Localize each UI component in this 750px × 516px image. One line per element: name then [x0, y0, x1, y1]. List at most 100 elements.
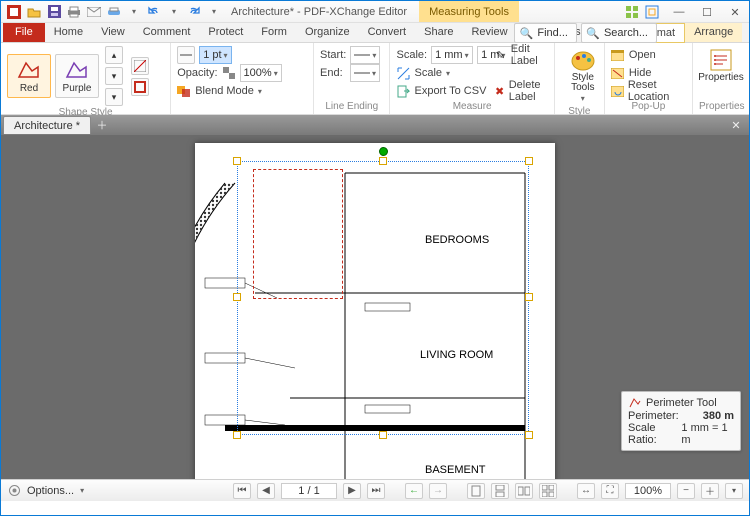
shape-icon-purple	[64, 59, 90, 81]
edit-label-icon: ✎	[494, 48, 506, 62]
reset-location-button[interactable]: Reset Location	[611, 82, 686, 100]
line-style-button[interactable]	[177, 46, 195, 64]
group-style-tools: Style Tools▾ Style Tools	[555, 43, 605, 114]
prev-page-button[interactable]: ◀	[257, 483, 275, 499]
start-label: Start:	[320, 49, 346, 61]
zoom-out-button[interactable]: −	[677, 483, 695, 499]
search-button[interactable]: 🔍Search...	[581, 23, 657, 43]
handle-sw[interactable]	[233, 431, 241, 439]
scan-icon[interactable]	[105, 3, 123, 21]
close-doc-button[interactable]: ✕	[727, 119, 745, 132]
maximize-button[interactable]: ☐	[693, 1, 721, 23]
save-icon[interactable]	[45, 3, 63, 21]
start-dropdown[interactable]: ▾	[350, 46, 380, 64]
qat-dropdown-icon[interactable]: ▾	[125, 3, 143, 21]
scale-from-dropdown[interactable]: 1 mm▾	[431, 46, 473, 64]
tab-convert[interactable]: Convert	[359, 22, 416, 42]
email-icon[interactable]	[85, 3, 103, 21]
close-button[interactable]: ✕	[721, 1, 749, 23]
tab-comment[interactable]: Comment	[134, 22, 200, 42]
fit-width-button[interactable]: ↔	[577, 483, 595, 499]
tab-form[interactable]: Form	[252, 22, 296, 42]
end-dropdown[interactable]: ▾	[350, 64, 380, 82]
first-page-button[interactable]: ⏮	[233, 483, 251, 499]
tab-review[interactable]: Review	[462, 22, 516, 42]
export-icon	[396, 84, 410, 98]
find-icon: 🔍	[519, 26, 533, 40]
handle-s[interactable]	[379, 431, 387, 439]
fill-color-button[interactable]	[131, 57, 149, 75]
open-icon[interactable]	[25, 3, 43, 21]
print-icon[interactable]	[65, 3, 83, 21]
gallery-up-button[interactable]: ▴	[105, 46, 123, 64]
properties-label: Properties	[698, 73, 744, 83]
gallery-more-button[interactable]: ▾	[105, 88, 123, 106]
view-single-button[interactable]	[467, 483, 485, 499]
style-tools-button[interactable]: Style Tools▾	[561, 46, 605, 105]
stroke-width-dropdown[interactable]: 1 pt▾	[199, 46, 231, 64]
minimize-button[interactable]: —	[665, 1, 693, 23]
redo-icon[interactable]	[185, 3, 203, 21]
undo-dropdown-icon[interactable]: ▾	[165, 3, 183, 21]
group-popup: Open Hide Reset Location Pop-Up	[605, 43, 693, 114]
last-page-button[interactable]: ⏭	[367, 483, 385, 499]
options-icon[interactable]	[7, 484, 21, 498]
delete-label-button[interactable]: ✖Delete Label	[494, 82, 553, 100]
redo-dropdown-icon[interactable]: ▾	[205, 3, 223, 21]
edit-label-button[interactable]: ✎Edit Label	[494, 46, 553, 64]
tab-arrange[interactable]: Arrange	[685, 22, 742, 42]
properties-button[interactable]: Properties	[699, 46, 743, 85]
tab-organize[interactable]: Organize	[296, 22, 359, 42]
style-tools-label: Style Tools	[563, 73, 603, 93]
hide-popup-label: Hide	[629, 67, 652, 79]
tab-view[interactable]: View	[92, 22, 134, 42]
open-popup-button[interactable]: Open	[611, 46, 686, 64]
zoom-more-button[interactable]: ▾	[725, 483, 743, 499]
handle-ne[interactable]	[525, 157, 533, 165]
launch-icon[interactable]	[645, 5, 659, 19]
search-icon: 🔍	[586, 26, 600, 40]
new-tab-button[interactable]: ＋	[93, 116, 111, 134]
rotation-handle[interactable]	[379, 147, 388, 156]
view-facing-button[interactable]	[515, 483, 533, 499]
fit-page-button[interactable]: ⛶	[601, 483, 619, 499]
title-center: Architecture* - PDF-XChange Editor Measu…	[231, 1, 519, 22]
scale-from-value: 1 mm	[435, 49, 463, 61]
gallery-down-button[interactable]: ▾	[105, 67, 123, 85]
handle-nw[interactable]	[233, 157, 241, 165]
swatch-purple[interactable]: Purple	[55, 54, 99, 98]
group-label-blank1	[177, 100, 307, 114]
ui-options-icon[interactable]	[625, 5, 639, 19]
view-facing-cont-button[interactable]	[539, 483, 557, 499]
page-number-field[interactable]: 1 / 1	[281, 483, 337, 499]
window-controls: — ☐ ✕	[625, 1, 749, 23]
blend-mode-button[interactable]: Blend Mode ▾	[177, 82, 307, 100]
swatch-label-red: Red	[20, 83, 38, 94]
next-page-button[interactable]: ▶	[343, 483, 361, 499]
nav-fwd-button[interactable]: →	[429, 483, 447, 499]
view-continuous-button[interactable]	[491, 483, 509, 499]
find-button[interactable]: 🔍Find...	[514, 23, 577, 43]
tab-file[interactable]: File	[3, 22, 45, 42]
zoom-field[interactable]: 100%	[625, 483, 671, 499]
swatch-red[interactable]: Red	[7, 54, 51, 98]
tab-protect[interactable]: Protect	[199, 22, 252, 42]
handle-n[interactable]	[379, 157, 387, 165]
export-csv-label: Export To CSV	[414, 85, 486, 97]
opacity-dropdown[interactable]: 100%▾	[240, 64, 282, 82]
tab-share[interactable]: Share	[415, 22, 462, 42]
handle-e[interactable]	[525, 293, 533, 301]
stroke-width-value: 1 pt	[203, 49, 221, 61]
handle-se[interactable]	[525, 431, 533, 439]
palette-icon	[570, 48, 596, 72]
options-label[interactable]: Options...	[27, 485, 74, 497]
document-tab[interactable]: Architecture *	[3, 116, 91, 134]
stroke-color-button[interactable]	[131, 78, 149, 96]
nav-back-button[interactable]: ←	[405, 483, 423, 499]
handle-w[interactable]	[233, 293, 241, 301]
properties-icon	[709, 48, 733, 72]
undo-icon[interactable]	[145, 3, 163, 21]
zoom-in-button[interactable]: ＋	[701, 483, 719, 499]
tab-home[interactable]: Home	[45, 22, 92, 42]
document-canvas[interactable]: BEDROOMS LIVING ROOM BASEMENT Perimeter …	[1, 135, 749, 479]
